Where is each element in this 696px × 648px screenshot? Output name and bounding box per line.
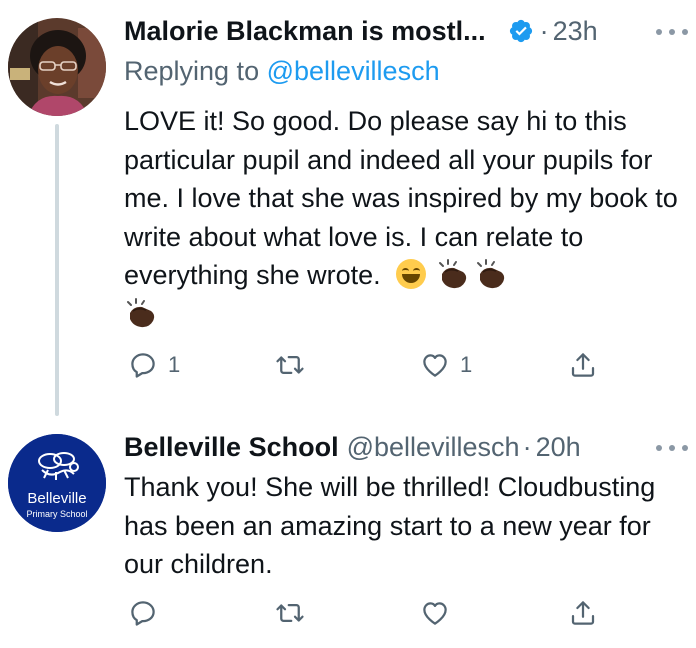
reply-button[interactable]: 1 <box>128 348 180 382</box>
tweet-actions: 1 1 <box>124 348 684 382</box>
retweet-icon <box>276 604 304 622</box>
retweet-button[interactable] <box>274 348 306 382</box>
share-icon <box>571 353 595 377</box>
like-count: 1 <box>460 352 473 377</box>
heart-icon <box>423 602 447 625</box>
tweet-text: Thank you! She will be thrilled! Cloudbu… <box>124 468 690 584</box>
author-name[interactable]: Malorie Blackman is mostl... <box>124 14 486 48</box>
grinning-face-emoji-icon <box>396 259 427 289</box>
replying-to-link[interactable]: @bellevillesch <box>267 56 440 86</box>
share-button[interactable] <box>568 348 598 382</box>
reply-icon <box>131 353 155 378</box>
reply-count: 1 <box>168 352 181 377</box>
heart-icon <box>423 354 447 377</box>
school-logo-subtitle: Primary School <box>26 509 87 519</box>
tweet-actions <box>124 596 684 630</box>
share-icon <box>571 601 595 625</box>
tweet-text-content: Thank you! She will be thrilled! Cloudbu… <box>124 472 656 579</box>
reply-icon <box>131 601 155 626</box>
share-button[interactable] <box>568 596 598 630</box>
author-name[interactable]: Belleville School <box>124 430 339 464</box>
reply-button[interactable] <box>128 596 158 630</box>
retweet-button[interactable] <box>274 596 306 630</box>
tweet-time[interactable]: 23h <box>553 14 598 48</box>
separator-dot: · <box>539 16 549 46</box>
tweet-header: Belleville School @bellevillesch · 20h <box>124 430 581 464</box>
separator-dot: · <box>522 432 532 462</box>
like-button[interactable] <box>420 596 450 630</box>
author-handle[interactable]: @bellevillesch <box>347 430 520 464</box>
tweet-belleville[interactable]: Belleville Primary School Belleville Sch… <box>0 410 696 648</box>
school-logo-name: Belleville <box>27 490 86 507</box>
replying-to-label: Replying to <box>124 56 260 86</box>
clapping-hands-emoji-icon <box>127 297 155 327</box>
like-button[interactable]: 1 <box>420 348 472 382</box>
more-options-icon[interactable] <box>656 443 688 453</box>
more-options-icon[interactable] <box>656 27 688 37</box>
author-photo <box>8 18 106 116</box>
tweet-header: Malorie Blackman is mostl... · 23h <box>124 14 598 48</box>
clapping-hands-emoji-icon <box>438 259 466 289</box>
avatar-belleville[interactable]: Belleville Primary School <box>8 434 106 532</box>
tweet-text: LOVE it! So good. Do please say hi to th… <box>124 102 690 333</box>
replying-to: Replying to @bellevillesch <box>124 54 440 88</box>
avatar-malorie[interactable] <box>8 18 106 116</box>
retweet-icon <box>276 356 304 374</box>
school-logo: Belleville Primary School <box>8 434 106 532</box>
tweet-malorie[interactable]: Malorie Blackman is mostl... · 23h Reply… <box>0 0 696 416</box>
verified-badge-icon <box>508 18 534 44</box>
tweet-time[interactable]: 20h <box>536 430 581 464</box>
thread-line <box>55 124 59 416</box>
clapping-hands-emoji-icon <box>476 259 504 289</box>
